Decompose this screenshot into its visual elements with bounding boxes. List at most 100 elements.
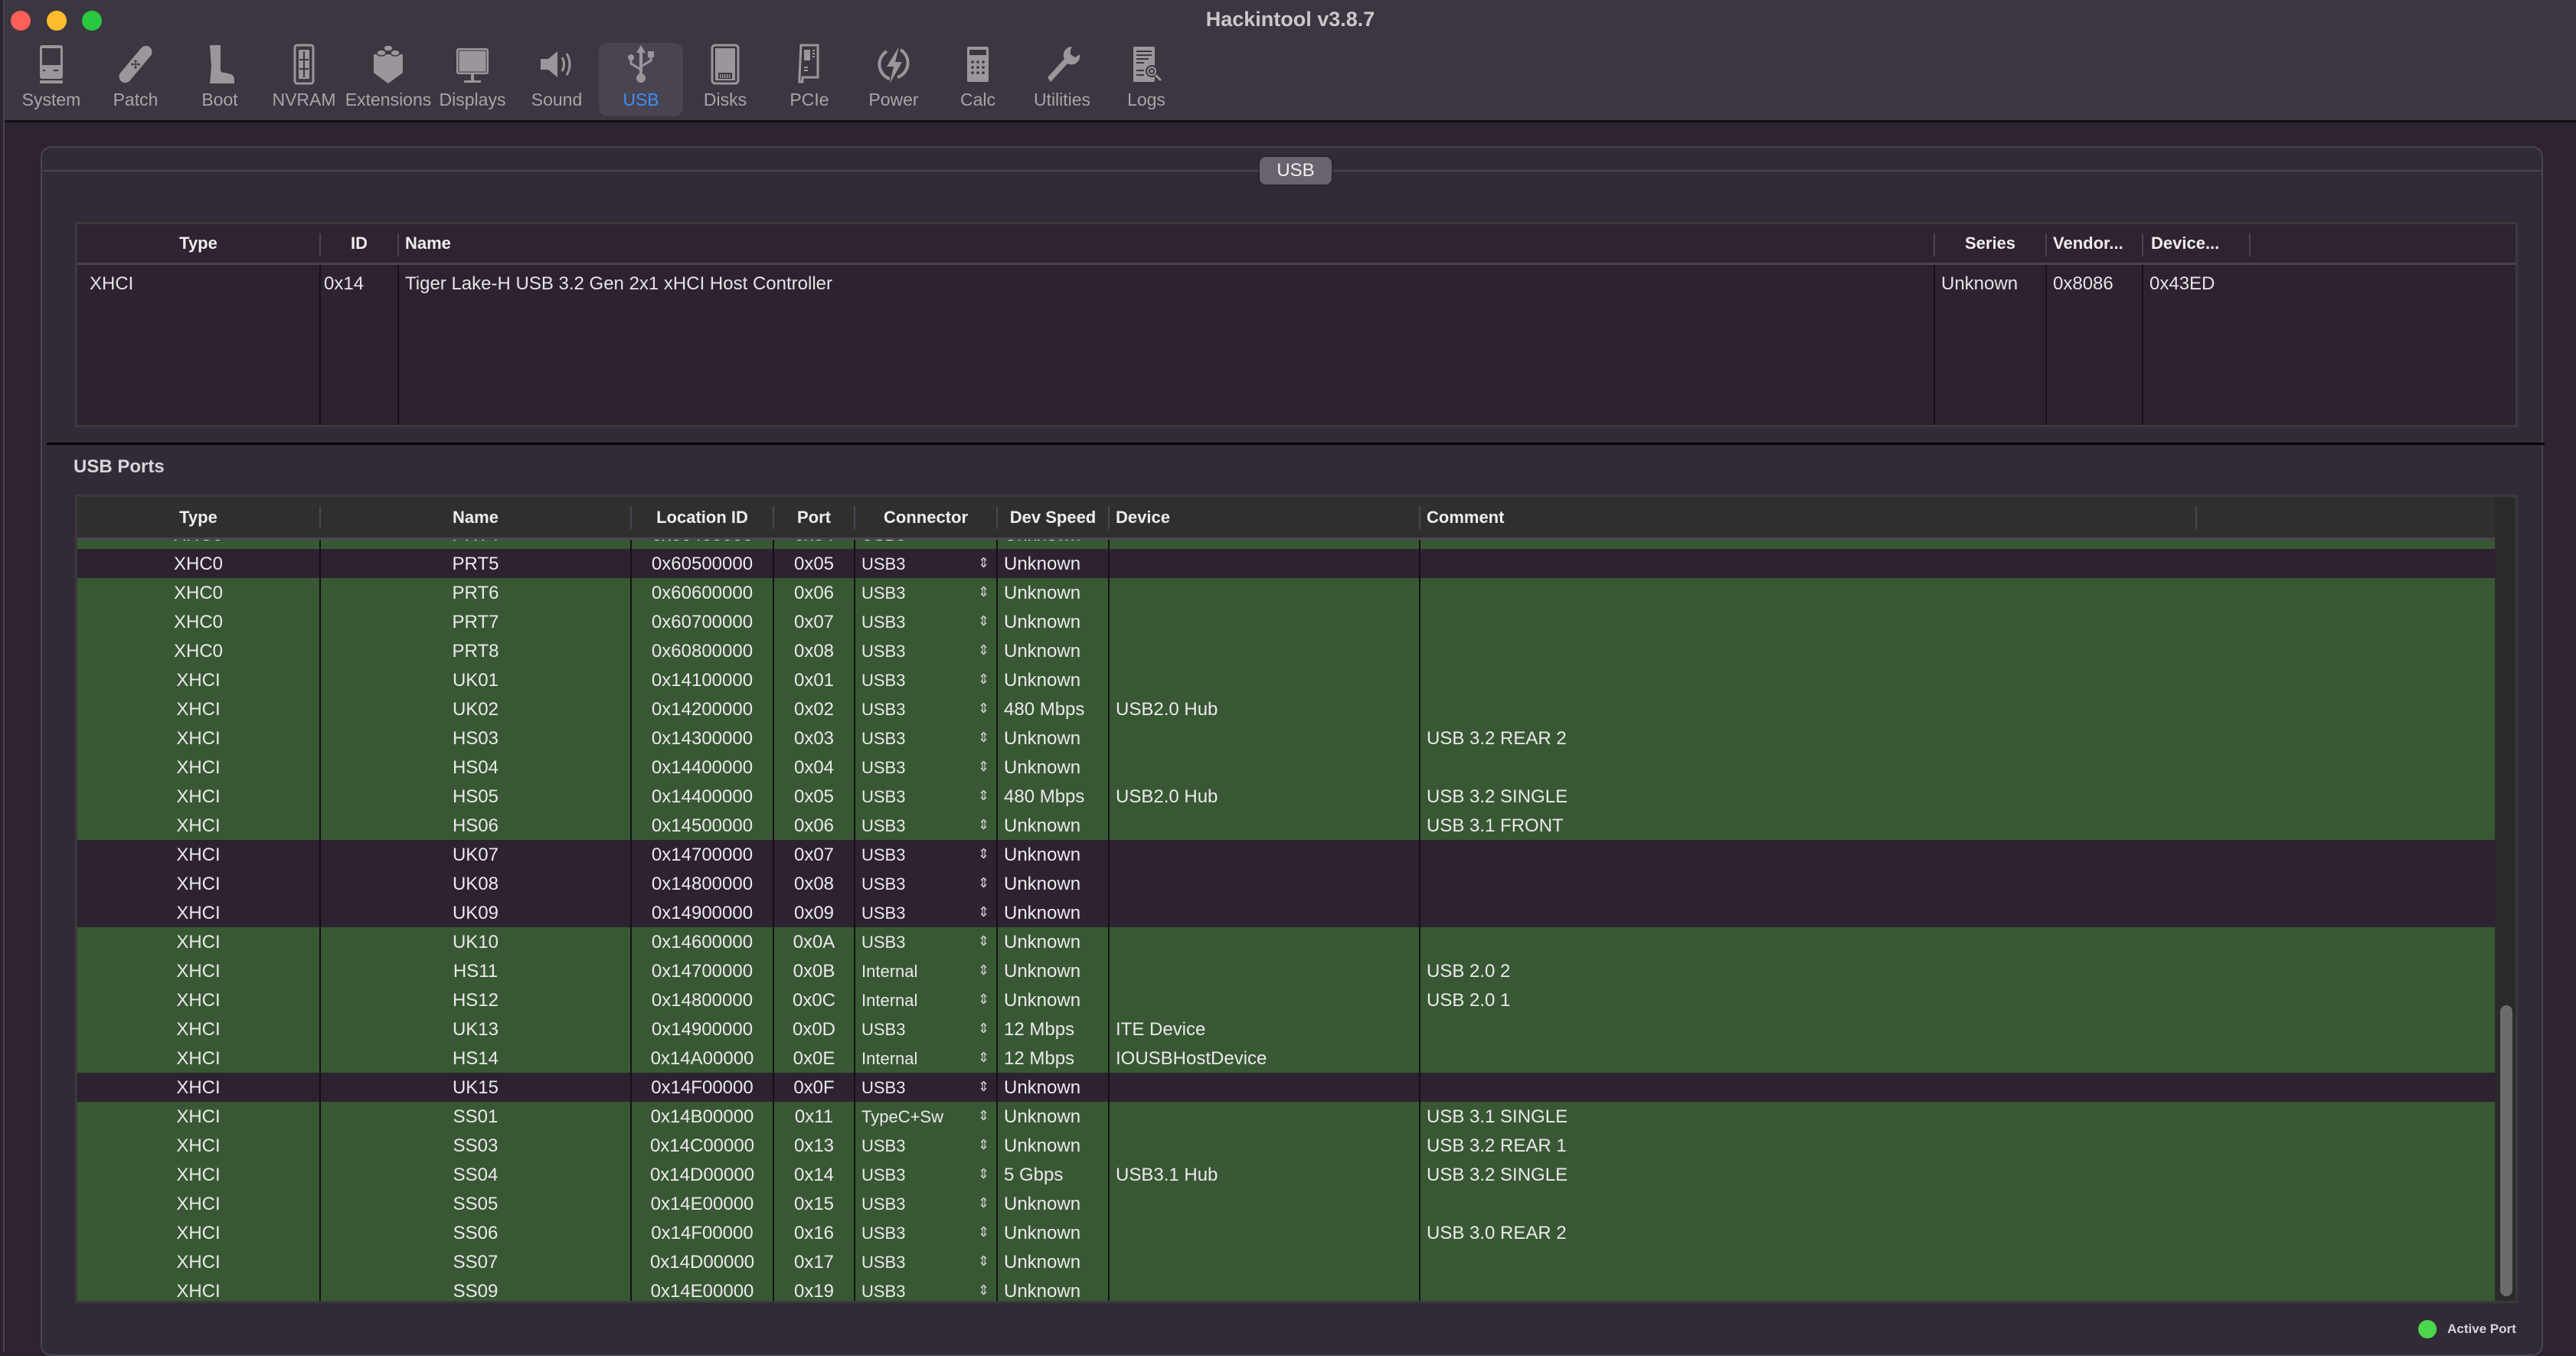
usb-ports-table[interactable]: Type Name Location ID Port Connector Dev… xyxy=(75,495,2518,1303)
column-divider[interactable] xyxy=(397,234,399,256)
table-row[interactable]: XHCI HS12 0x14800000 0x0C Unknown USB 2.0 1 In… xyxy=(77,985,2499,1015)
toolbar-item-boot[interactable]: Boot xyxy=(178,43,262,116)
table-row[interactable]: XHC0 PRT7 0x60700000 0x07 Unknown USB3 ⇕ xyxy=(77,607,2499,636)
table-row[interactable]: XHCI HS11 0x14700000 0x0B Unknown USB 2.0 2 In… xyxy=(77,956,2499,985)
table-row[interactable]: XHCI HS14 0x14A00000 0x0E 12 Mbps IOUSBHostDe… xyxy=(77,1044,2499,1073)
toolbar-item-calc[interactable]: Calc xyxy=(936,43,1020,116)
connector-popup[interactable]: USB3 ⇕ xyxy=(861,840,996,869)
connector-popup[interactable]: USB3 ⇕ xyxy=(861,782,996,811)
connector-popup[interactable]: USB3 ⇕ xyxy=(861,1247,996,1276)
table-row[interactable]: XHCI HS06 0x14500000 0x06 Unknown USB 3.1 FRO… xyxy=(77,811,2499,840)
connector-popup[interactable]: USB3 ⇕ xyxy=(861,1073,996,1102)
toolbar-item-usb[interactable]: USB xyxy=(599,43,683,116)
connector-popup[interactable]: USB3 ⇕ xyxy=(861,1131,996,1160)
column-divider[interactable] xyxy=(2195,506,2197,529)
table-row[interactable]: XHCI UK13 0x14900000 0x0D 12 Mbps ITE Device U… xyxy=(77,1015,2499,1044)
connector-popup[interactable]: USB3 ⇕ xyxy=(861,1218,996,1247)
toolbar-item-disks[interactable]: Disks xyxy=(683,43,767,116)
table-row[interactable]: XHCI SS05 0x14E00000 0x15 Unknown USB3 ⇕ xyxy=(77,1189,2499,1218)
connector-popup[interactable]: USB3 ⇕ xyxy=(861,869,996,898)
table-row[interactable]: XHCI SS06 0x14F00000 0x16 Unknown USB 3.0 REA… xyxy=(77,1218,2499,1247)
table-row[interactable]: XHC0PRT40x604000000x04 Unknown USB3 ⇕ xyxy=(77,540,2499,549)
toolbar-item-displays[interactable]: Displays xyxy=(430,43,515,116)
connector-popup[interactable]: USB3 ⇕ xyxy=(861,549,996,578)
column-divider[interactable] xyxy=(1108,506,1110,529)
table-row[interactable]: XHCI SS01 0x14B00000 0x11 Unknown USB 3.1 SIN… xyxy=(77,1102,2499,1131)
usb-controllers-table[interactable]: Type ID Name Series Vendor... Device... … xyxy=(75,222,2518,427)
connector-popup[interactable]: USB3 ⇕ xyxy=(861,607,996,636)
column-header-dev-speed[interactable]: Dev Speed xyxy=(998,498,1108,537)
table-row[interactable]: XHCI SS03 0x14C00000 0x13 Unknown USB 3.2 REA… xyxy=(77,1131,2499,1160)
connector-popup[interactable]: USB3 ⇕ xyxy=(861,665,996,694)
connector-popup[interactable]: USB3 ⇕ xyxy=(861,1160,996,1189)
table-row[interactable]: XHCI UK10 0x14600000 0x0A Unknown USB3 ⇕ xyxy=(77,927,2499,956)
column-header-connector[interactable]: Connector xyxy=(855,498,996,537)
scrollbar-thumb[interactable] xyxy=(2500,1005,2512,1296)
connector-popup[interactable]: USB3 ⇕ xyxy=(861,540,996,549)
column-header-port[interactable]: Port xyxy=(774,498,854,537)
connector-popup[interactable]: USB3 ⇕ xyxy=(861,636,996,665)
toolbar-item-utilities[interactable]: Utilities xyxy=(1020,43,1104,116)
connector-popup[interactable]: USB3 ⇕ xyxy=(861,1015,996,1044)
toolbar-item-pcie[interactable]: PCIe xyxy=(767,43,852,116)
column-divider[interactable] xyxy=(2249,234,2251,256)
chevron-up-down-icon: ⇕ xyxy=(978,992,990,1007)
connector-popup[interactable]: TypeC+Sw ⇕ xyxy=(861,1102,996,1131)
column-header-device[interactable]: Device xyxy=(1116,498,1345,537)
cell-device: USB2.0 Hub xyxy=(1116,699,1218,720)
toolbar-item-extensions[interactable]: Extensions xyxy=(345,43,431,116)
toolbar-item-system[interactable]: System xyxy=(9,43,93,116)
toolbar-item-sound[interactable]: Sound xyxy=(515,43,599,116)
column-header-name[interactable]: Name xyxy=(405,224,1171,263)
connector-popup[interactable]: USB3 ⇕ xyxy=(861,811,996,840)
cell-type: XHC0 xyxy=(173,612,224,632)
toolbar-label: PCIe xyxy=(789,90,829,109)
column-header-type[interactable]: Type xyxy=(77,498,319,537)
split-view-divider[interactable] xyxy=(47,443,2545,445)
table-row[interactable]: XHCI UK15 0x14F00000 0x0F Unknown USB3 ⇕ xyxy=(77,1073,2499,1102)
connector-popup[interactable]: USB3 ⇕ xyxy=(861,694,996,724)
connector-popup[interactable]: USB3 ⇕ xyxy=(861,724,996,753)
toolbar-item-power[interactable]: Power xyxy=(852,43,936,116)
toolbar-item-nvram[interactable]: NVRAM xyxy=(262,43,346,116)
column-header-comment[interactable]: Comment xyxy=(1427,498,1656,537)
table-row[interactable]: XHC0 PRT8 0x60800000 0x08 Unknown USB3 ⇕ xyxy=(77,636,2499,665)
table-row[interactable]: XHCI SS07 0x14D00000 0x17 Unknown USB3 ⇕ xyxy=(77,1247,2499,1276)
toolbar-item-patch[interactable]: Patch xyxy=(93,43,178,116)
column-header-location-id[interactable]: Location ID xyxy=(632,498,773,537)
column-header-id[interactable]: ID xyxy=(321,224,397,263)
connector-popup[interactable]: Internal ⇕ xyxy=(861,1044,996,1073)
connector-popup[interactable]: Internal ⇕ xyxy=(861,956,996,985)
column-header-type[interactable]: Type xyxy=(77,224,319,263)
column-header-vendor[interactable]: Vendor... xyxy=(2053,224,2142,263)
table-row[interactable]: XHCI UK01 0x14100000 0x01 Unknown USB3 ⇕ xyxy=(77,665,2499,694)
table-row[interactable]: XHCI UK09 0x14900000 0x09 Unknown USB3 ⇕ xyxy=(77,898,2499,927)
toolbar-item-logs[interactable]: Logs xyxy=(1104,43,1188,116)
connector-popup[interactable]: USB3 ⇕ xyxy=(861,1189,996,1218)
connector-popup[interactable]: USB3 ⇕ xyxy=(861,1276,996,1301)
connector-popup[interactable]: USB3 ⇕ xyxy=(861,927,996,956)
cell-dev-speed: Unknown xyxy=(1004,874,1081,894)
column-header-name[interactable]: Name xyxy=(321,498,630,537)
table-row[interactable]: XHCI UK08 0x14800000 0x08 Unknown USB3 ⇕ xyxy=(77,869,2499,898)
table-row[interactable]: XHCI UK02 0x14200000 0x02 480 Mbps USB2.0 Hub… xyxy=(77,694,2499,724)
connector-popup[interactable]: Internal ⇕ xyxy=(861,985,996,1015)
connector-popup[interactable]: USB3 ⇕ xyxy=(861,578,996,607)
table-row[interactable]: XHCI HS05 0x14400000 0x05 480 Mbps USB2.0 Hub… xyxy=(77,782,2499,811)
column-header-series[interactable]: Series xyxy=(1935,224,2045,263)
vertical-scrollbar[interactable] xyxy=(2495,497,2516,1301)
table-row[interactable]: XHCI SS04 0x14D00000 0x14 5 Gbps USB3.1 Hub US… xyxy=(77,1160,2499,1189)
column-header-device[interactable]: Device... xyxy=(2151,224,2243,263)
table-row[interactable]: XHC0 PRT5 0x60500000 0x05 Unknown USB3 ⇕ xyxy=(77,549,2499,578)
table-row[interactable]: XHCI HS04 0x14400000 0x04 Unknown USB3 ⇕ xyxy=(77,753,2499,782)
column-divider[interactable] xyxy=(2045,234,2047,256)
legend-label: Active Port xyxy=(2447,1322,2516,1336)
table-row[interactable]: XHCI UK07 0x14700000 0x07 Unknown USB3 ⇕ xyxy=(77,840,2499,869)
table-row[interactable]: XHCI SS09 0x14E00000 0x19 Unknown USB3 ⇕ xyxy=(77,1276,2499,1301)
connector-popup[interactable]: USB3 ⇕ xyxy=(861,753,996,782)
connector-popup[interactable]: USB3 ⇕ xyxy=(861,898,996,927)
table-row[interactable]: XHC0 PRT6 0x60600000 0x06 Unknown USB3 ⇕ xyxy=(77,578,2499,607)
table-row[interactable]: XHCI HS03 0x14300000 0x03 Unknown USB 3.2 REA… xyxy=(77,724,2499,753)
column-divider[interactable] xyxy=(2142,234,2143,256)
column-divider[interactable] xyxy=(1419,506,1420,529)
